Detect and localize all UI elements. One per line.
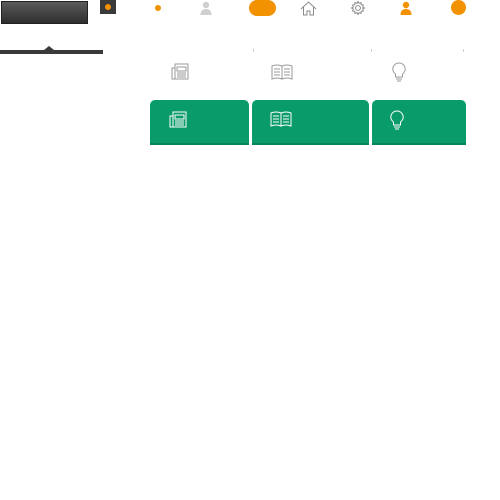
open-book-icon xyxy=(271,64,293,80)
news-tile[interactable] xyxy=(150,100,249,145)
header-menu-button[interactable] xyxy=(1,1,88,24)
open-book-icon xyxy=(270,111,292,127)
online-indicator xyxy=(155,5,161,11)
menu-underline xyxy=(0,46,103,54)
gear-icon[interactable] xyxy=(349,0,367,16)
newspaper-icon xyxy=(169,111,187,128)
status-button[interactable] xyxy=(100,0,116,14)
tab-ideas[interactable] xyxy=(370,52,428,92)
notification-badge[interactable] xyxy=(451,0,466,15)
lightbulb-icon xyxy=(390,110,404,130)
ideas-tile[interactable] xyxy=(372,100,466,145)
lightbulb-icon xyxy=(392,62,406,82)
notification-pill[interactable] xyxy=(249,0,276,16)
tab-news[interactable] xyxy=(150,52,210,92)
account-icon[interactable] xyxy=(397,0,415,16)
status-dot xyxy=(105,4,111,10)
tab-magazine[interactable] xyxy=(252,52,312,92)
newspaper-icon xyxy=(171,63,189,80)
user-icon[interactable] xyxy=(197,0,215,16)
home-icon[interactable] xyxy=(299,0,317,16)
divider xyxy=(463,49,464,52)
magazine-tile[interactable] xyxy=(252,100,369,145)
